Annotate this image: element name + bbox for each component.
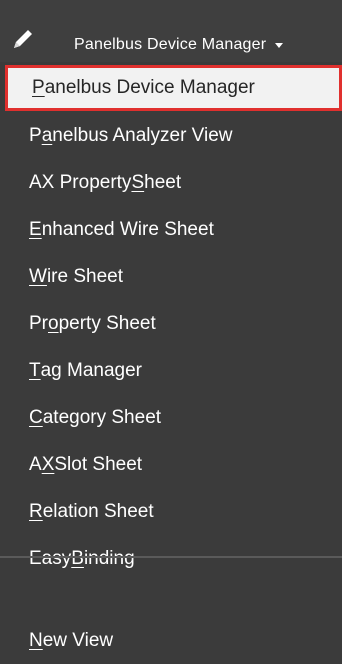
menu-item-relation-sheet[interactable]: Relation Sheet bbox=[0, 489, 342, 535]
menu-item-tag-manager[interactable]: Tag Manager bbox=[0, 348, 342, 394]
menu-item-category-sheet[interactable]: Category Sheet bbox=[0, 395, 342, 441]
view-menu: Panelbus Device Manager Pa nelbus Analyze… bbox=[0, 62, 342, 651]
view-selector-dropdown[interactable]: Panelbus Device Manager bbox=[74, 34, 284, 56]
menu-item-ax-slot-sheet[interactable]: AX Slot Sheet bbox=[0, 442, 342, 488]
menu-item-easy-binding[interactable]: Easy Binding bbox=[0, 536, 342, 582]
menu-separator bbox=[0, 556, 342, 558]
view-toolbar: Panelbus Device Manager bbox=[0, 0, 342, 62]
menu-item-ax-property-sheet[interactable]: AX Property Sheet bbox=[0, 160, 342, 206]
menu-item-new-view[interactable]: New View bbox=[0, 618, 342, 664]
pencil-icon[interactable] bbox=[8, 26, 36, 54]
caret-down-icon bbox=[275, 42, 284, 48]
menu-item-property-sheet[interactable]: Pr o perty Sheet bbox=[0, 301, 342, 347]
menu-item-panelbus-analyzer-view[interactable]: Pa nelbus Analyzer View bbox=[0, 113, 342, 159]
menu-item-wire-sheet[interactable]: Wire Sheet bbox=[0, 254, 342, 300]
menu-item-enhanced-wire-sheet[interactable]: Enhanced Wire Sheet bbox=[0, 207, 342, 253]
menu-item-panelbus-device-manager[interactable]: Panelbus Device Manager bbox=[5, 65, 342, 111]
view-selector-label: Panelbus Device Manager bbox=[74, 36, 267, 53]
